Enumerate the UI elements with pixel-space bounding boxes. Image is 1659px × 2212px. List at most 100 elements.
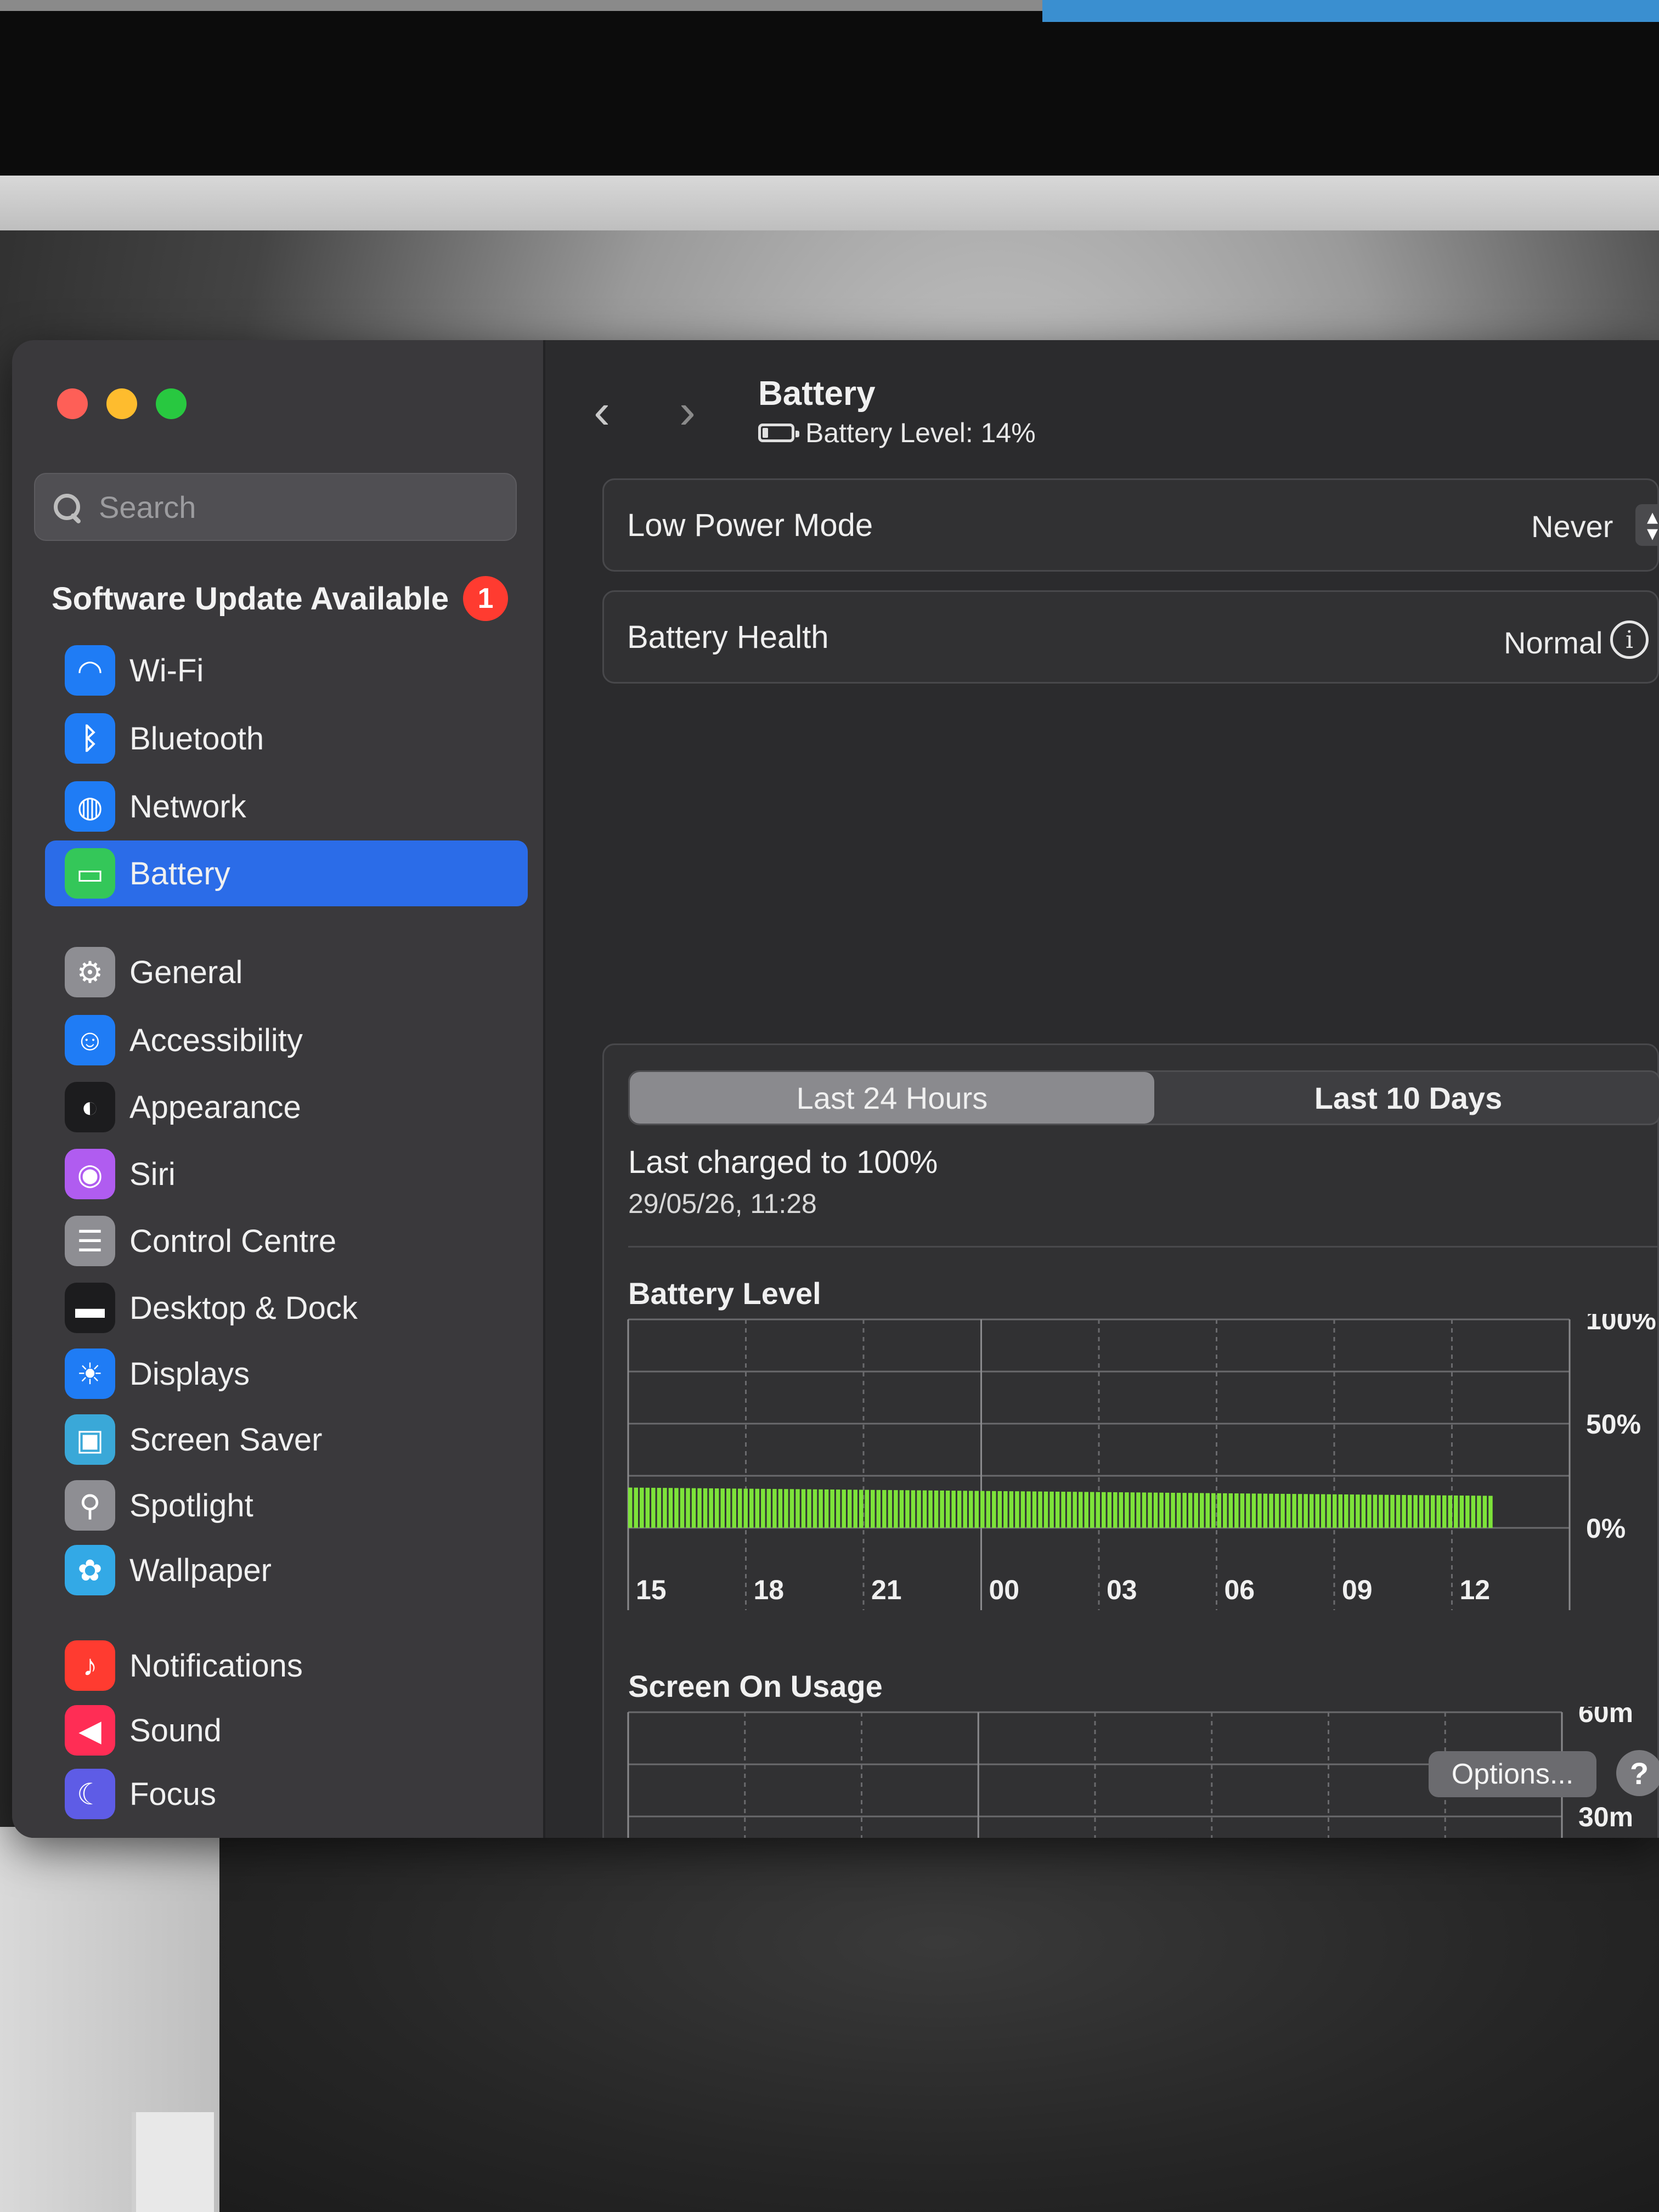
low-power-mode-value[interactable]: Never xyxy=(1531,509,1613,544)
system-settings-window: Search Software Update Available 1 ◠ Wi-F… xyxy=(12,340,1659,1838)
sidebar-item-label: Accessibility xyxy=(129,1022,303,1058)
x-tick-label: 06 xyxy=(1224,1575,1255,1605)
sidebar-item-label: Desktop & Dock xyxy=(129,1290,358,1326)
accessibility-icon: ☺ xyxy=(65,1015,115,1065)
minimize-button[interactable] xyxy=(106,388,137,419)
sidebar-item-label: Siri xyxy=(129,1156,176,1192)
sidebar-item-battery[interactable]: ▭ Battery xyxy=(45,840,528,906)
sidebar-item-wallpaper[interactable]: ✿ Wallpaper xyxy=(45,1537,528,1603)
y-tick-label: 30m xyxy=(1578,1802,1633,1832)
battery-level-bar xyxy=(1026,1491,1031,1528)
battery-level-bar xyxy=(657,1488,662,1528)
battery-level-bar xyxy=(1361,1494,1366,1528)
battery-level-bar xyxy=(1009,1491,1014,1528)
sidebar-item-label: Displays xyxy=(129,1356,250,1392)
sidebar-item-label: Appearance xyxy=(129,1089,301,1125)
battery-level-bar xyxy=(1454,1495,1458,1528)
low-power-mode-row: Low Power Mode Never ▴ ▾ xyxy=(602,478,1659,572)
battery-level-bar xyxy=(1459,1496,1464,1528)
sidebar-item-label: Bluetooth xyxy=(129,720,264,757)
sidebar-item-sound[interactable]: ◀ Sound xyxy=(45,1697,528,1763)
battery-level-bar xyxy=(1344,1494,1348,1528)
software-update-item[interactable]: Software Update Available 1 xyxy=(52,576,509,621)
battery-level-bar xyxy=(876,1489,881,1528)
battery-level-bar xyxy=(1482,1496,1487,1528)
bell-icon: ♪ xyxy=(65,1640,115,1691)
battery-level-bar xyxy=(836,1489,840,1528)
battery-level-bar xyxy=(1315,1494,1319,1528)
update-count-badge: 1 xyxy=(463,576,509,621)
battery-level-bar xyxy=(1102,1492,1106,1528)
sidebar-item-focus[interactable]: ☾ Focus xyxy=(45,1761,528,1827)
battery-level-bar xyxy=(1217,1493,1222,1528)
info-icon[interactable]: i xyxy=(1610,620,1649,659)
tab-last-10-days[interactable]: Last 10 Days xyxy=(1154,1072,1659,1124)
sidebar-item-notifications[interactable]: ♪ Notifications xyxy=(45,1633,528,1699)
battery-level-bar xyxy=(951,1491,956,1528)
battery-level-bar xyxy=(628,1487,633,1528)
battery-level-bar xyxy=(1338,1494,1343,1528)
battery-level-bar xyxy=(640,1487,644,1528)
battery-level-bar xyxy=(1407,1495,1412,1528)
close-button[interactable] xyxy=(57,388,88,419)
sidebar-item-spotlight[interactable]: ⚲ Spotlight xyxy=(45,1472,528,1538)
sidebar-item-accessibility[interactable]: ☺ Accessibility xyxy=(45,1007,528,1073)
battery-level-bar xyxy=(1477,1496,1481,1528)
battery-level-bar xyxy=(1228,1493,1233,1528)
battery-level-bar xyxy=(743,1488,748,1528)
battery-level-bar xyxy=(928,1490,933,1528)
battery-level-bar xyxy=(720,1488,725,1528)
monitor-bezel xyxy=(0,176,1659,236)
low-power-mode-label: Low Power Mode xyxy=(627,507,873,543)
low-power-mode-stepper-icon[interactable]: ▴ ▾ xyxy=(1635,504,1659,546)
battery-level-bar xyxy=(1136,1492,1141,1528)
sidebar-item-label: Focus xyxy=(129,1776,216,1812)
battery-level-bar xyxy=(992,1491,996,1528)
tab-last-24-hours[interactable]: Last 24 Hours xyxy=(630,1072,1154,1124)
battery-level-bar xyxy=(1119,1492,1124,1528)
battery-level-bar xyxy=(1436,1495,1441,1528)
search-placeholder: Search xyxy=(99,489,196,524)
sidebar-item-displays[interactable]: ☀ Displays xyxy=(45,1341,528,1407)
sidebar-item-wi-fi[interactable]: ◠ Wi-Fi xyxy=(45,637,528,703)
battery-level-bar xyxy=(1211,1493,1216,1528)
last-charged-date: 29/05/26, 11:28 xyxy=(628,1188,817,1219)
battery-level-bar xyxy=(1038,1491,1042,1528)
battery-level-bar xyxy=(709,1488,713,1528)
sidebar-item-screen-saver[interactable]: ▣ Screen Saver xyxy=(45,1407,528,1472)
battery-level-bar xyxy=(1043,1491,1048,1528)
spotlight-icon: ⚲ xyxy=(65,1480,115,1531)
gear-icon: ⚙ xyxy=(65,947,115,997)
battery-level-bar xyxy=(1176,1493,1181,1528)
battery-level-bar xyxy=(703,1488,708,1528)
photo-paper xyxy=(132,2112,214,2212)
battery-level-bar xyxy=(940,1490,944,1528)
back-button[interactable]: ‹ xyxy=(594,384,627,439)
sidebar-item-desktop-dock[interactable]: ▬ Desktop & Dock xyxy=(45,1275,528,1341)
battery-level-bar xyxy=(1390,1494,1395,1528)
sidebar-item-control-centre[interactable]: ☰ Control Centre xyxy=(45,1208,528,1274)
battery-level-bar xyxy=(1251,1493,1256,1528)
battery-level-bar xyxy=(986,1491,991,1528)
y-tick-label: 50% xyxy=(1586,1409,1641,1440)
battery-level-bar xyxy=(859,1489,864,1528)
globe-icon: ◍ xyxy=(65,781,115,832)
battery-level-bar xyxy=(761,1488,765,1528)
help-button[interactable]: ? xyxy=(1616,1750,1659,1796)
sidebar-item-general[interactable]: ⚙ General xyxy=(45,939,528,1005)
battery-level-bar xyxy=(714,1488,719,1528)
battery-level-bar xyxy=(1321,1494,1325,1528)
battery-level-bar xyxy=(1055,1491,1060,1528)
sidebar-item-network[interactable]: ◍ Network xyxy=(45,774,528,839)
sidebar-item-bluetooth[interactable]: ᛒ Bluetooth xyxy=(45,706,528,771)
options-button[interactable]: Options... xyxy=(1429,1751,1596,1797)
forward-button[interactable]: › xyxy=(679,384,712,439)
zoom-button[interactable] xyxy=(156,388,187,419)
battery-level-bar xyxy=(1240,1493,1245,1528)
battery-level-text: Battery Level: 14% xyxy=(805,417,1036,448)
photo-background-top xyxy=(0,0,1659,181)
sidebar-item-appearance[interactable]: ◐ Appearance xyxy=(45,1074,528,1140)
search-input[interactable]: Search xyxy=(34,473,517,541)
battery-level-bar xyxy=(1396,1494,1401,1528)
sidebar-item-siri[interactable]: ◉ Siri xyxy=(45,1141,528,1207)
